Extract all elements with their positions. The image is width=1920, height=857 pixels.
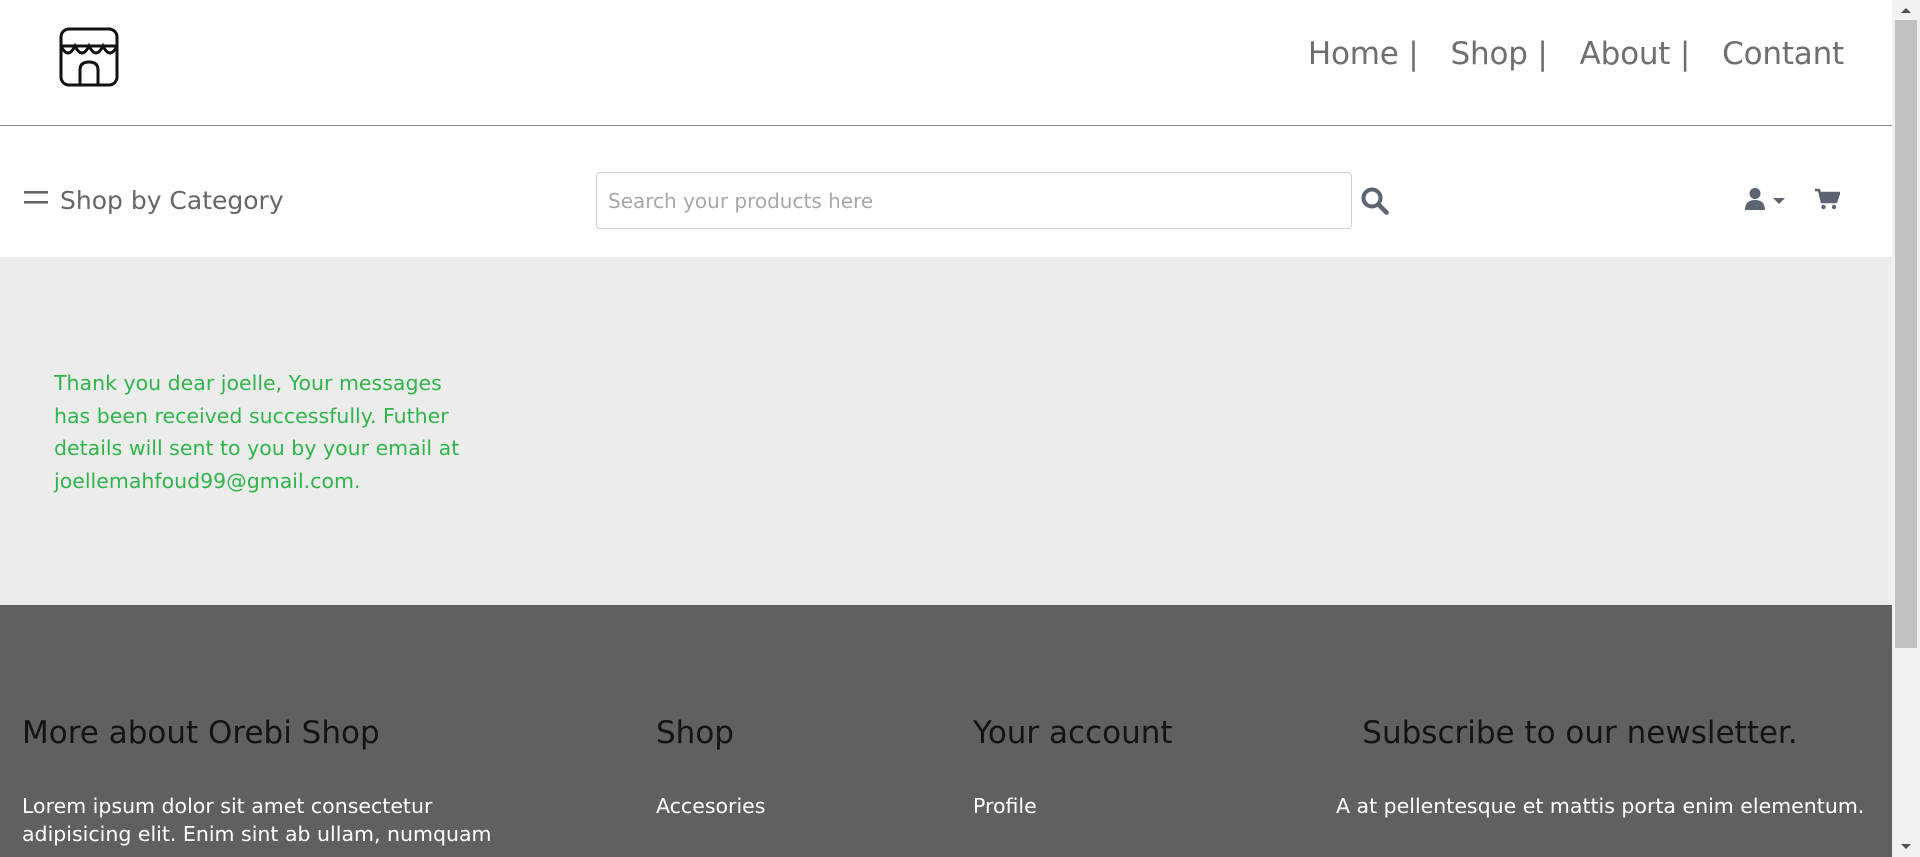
footer-link-accessories[interactable]: Accesories: [656, 794, 765, 818]
footer-link-profile[interactable]: Profile: [973, 794, 1173, 818]
top-header: Home | Shop | About | Contant: [0, 0, 1892, 126]
footer-account: Your account Profile: [973, 715, 1173, 818]
cart-icon[interactable]: [1814, 188, 1841, 215]
nav-contact[interactable]: Contant: [1722, 36, 1844, 72]
search-group: [596, 172, 1392, 229]
footer-about-text: Lorem ipsum dolor sit amet consectetur: [22, 794, 433, 818]
scroll-up-arrow-icon[interactable]: [1892, 0, 1920, 20]
nav-about[interactable]: About |: [1580, 36, 1691, 72]
search-icon[interactable]: [1358, 184, 1392, 218]
footer-newsletter-title: Subscribe to our newsletter.: [1362, 715, 1798, 751]
main-nav: Home | Shop | About | Contant: [1308, 36, 1844, 72]
user-menu[interactable]: [1744, 187, 1786, 216]
footer-account-title: Your account: [973, 715, 1173, 751]
success-message: Thank you dear joelle, Your messages has…: [54, 371, 460, 493]
scrollbar-thumb[interactable]: [1895, 20, 1917, 648]
caret-down-icon: [1772, 193, 1786, 211]
search-bar-row: Shop by Category: [0, 127, 1892, 257]
footer-shop: Shop Accesories: [656, 715, 765, 818]
nav-shop[interactable]: Shop |: [1451, 36, 1548, 72]
shop-by-category-button[interactable]: Shop by Category: [24, 186, 284, 215]
footer-newsletter: Subscribe to our newsletter. A at pellen…: [1336, 715, 1865, 818]
user-icon: [1744, 187, 1766, 216]
page: Home | Shop | About | Contant Shop by Ca…: [0, 0, 1892, 857]
menu-icon: [24, 189, 48, 212]
footer-about-title: More about Orebi Shop: [22, 715, 380, 751]
search-input[interactable]: [596, 172, 1352, 229]
scroll-down-arrow-icon[interactable]: [1892, 837, 1920, 857]
footer-about: More about Orebi Shop Lorem ipsum dolor …: [22, 715, 492, 846]
category-label: Shop by Category: [60, 186, 284, 215]
footer: More about Orebi Shop Lorem ipsum dolor …: [0, 605, 1892, 857]
footer-shop-title: Shop: [656, 715, 734, 751]
storefront-icon[interactable]: [58, 26, 120, 88]
vertical-scrollbar[interactable]: [1892, 0, 1920, 857]
nav-home[interactable]: Home |: [1308, 36, 1419, 72]
footer-about-text-2: adipisicing elit. Enim sint ab ullam, nu…: [22, 822, 492, 846]
confirmation-section: Thank you dear joelle, Your messages has…: [0, 257, 1892, 605]
footer-newsletter-text: A at pellentesque et mattis porta enim e…: [1336, 794, 1865, 818]
